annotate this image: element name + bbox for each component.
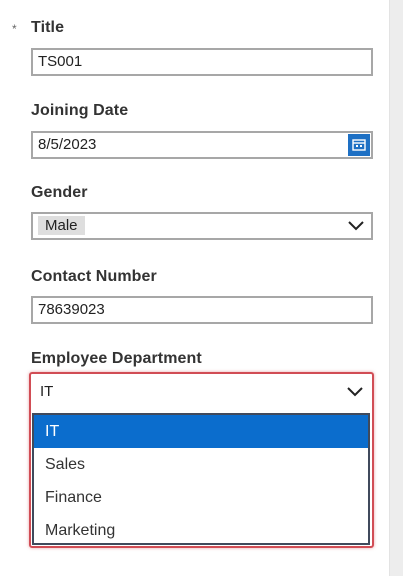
employee-department-dropdown[interactable]: IT [33,375,370,408]
gender-label: Gender [31,184,88,201]
title-label: Title [31,19,65,36]
title-value: TS001 [38,53,83,70]
employee-department-value: IT [40,383,54,400]
title-input[interactable]: TS001 [31,48,373,76]
gender-value: Male [38,216,85,235]
joining-date-value: 8/5/2023 [38,136,97,153]
required-marker: * [12,22,17,36]
contact-number-value: 78639023 [38,301,105,318]
scroll-edge [389,0,403,576]
option-sales[interactable]: Sales [34,448,368,481]
contact-number-input[interactable]: 78639023 [31,296,373,324]
employee-department-label: Employee Department [31,350,202,367]
contact-number-label: Contact Number [31,268,157,285]
chevron-down-icon[interactable] [347,217,365,235]
calendar-icon[interactable] [348,134,370,156]
joining-date-label: Joining Date [31,102,129,119]
employee-form: * Title TS001 Joining Date 8/5/2023 Gend… [0,0,403,576]
option-finance[interactable]: Finance [34,481,368,514]
option-marketing[interactable]: Marketing [34,514,368,547]
chevron-down-icon[interactable] [346,383,364,401]
joining-date-input[interactable]: 8/5/2023 [31,131,373,159]
gender-dropdown[interactable]: Male [31,212,373,240]
department-options-list: IT Sales Finance Marketing [32,413,370,545]
option-it[interactable]: IT [34,415,368,448]
